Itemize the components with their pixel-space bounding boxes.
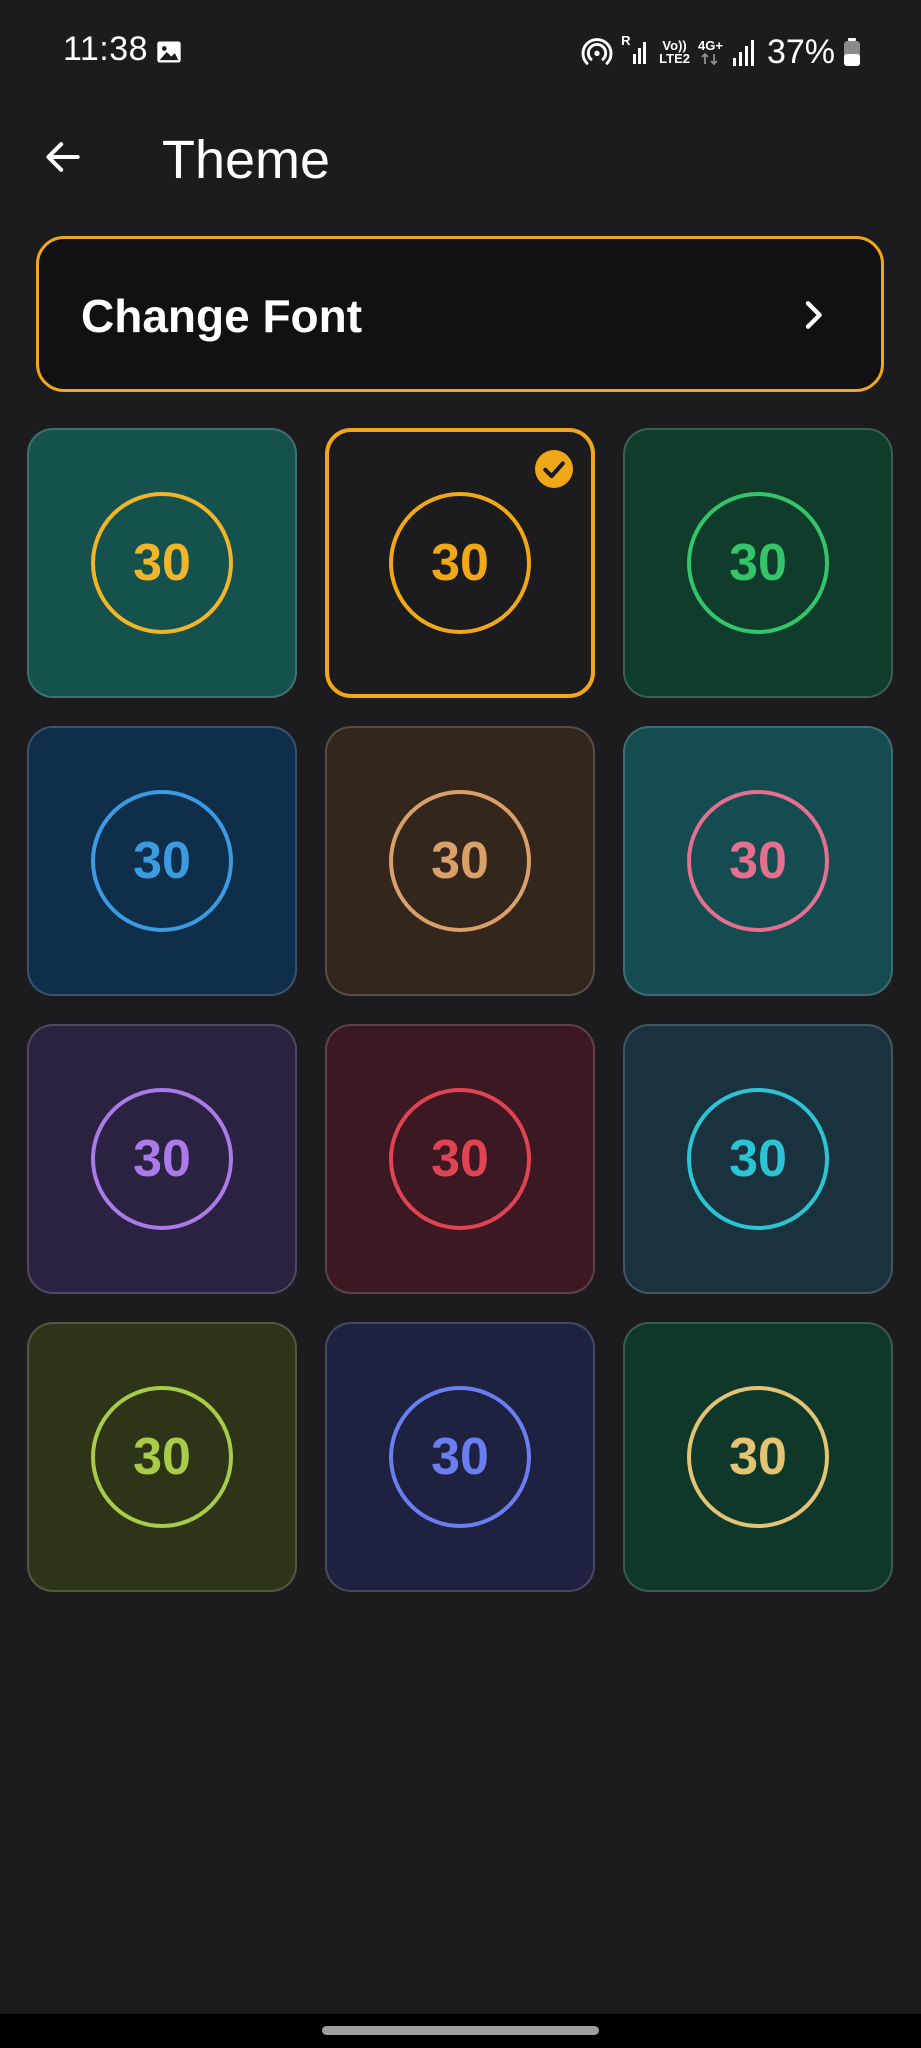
theme-tile[interactable]: 30 (623, 726, 893, 996)
theme-tile[interactable]: 30 (623, 1322, 893, 1592)
theme-preview-number: 30 (431, 832, 489, 890)
status-icons: R Vo)) LTE2 4G+ 37% (581, 30, 861, 74)
check-circle-icon (535, 450, 573, 488)
theme-tile[interactable]: 30 (27, 1024, 297, 1294)
theme-preview-number: 30 (133, 1428, 191, 1486)
theme-tile[interactable]: 30 (27, 1322, 297, 1592)
theme-preview-ring: 30 (91, 492, 233, 634)
chevron-right-icon (805, 301, 822, 329)
theme-preview-number: 30 (729, 534, 787, 592)
change-font-button[interactable]: Change Font (36, 236, 884, 392)
app-bar: Theme (0, 104, 921, 214)
theme-preview-number: 30 (133, 534, 191, 592)
theme-preview-number: 30 (133, 1130, 191, 1188)
navigation-bar (0, 2014, 921, 2048)
change-font-label: Change Font (81, 290, 363, 342)
battery-icon (844, 38, 860, 66)
theme-tile[interactable]: 30 (325, 1322, 595, 1592)
theme-preview-ring: 30 (389, 1386, 531, 1528)
theme-preview-number: 30 (431, 1428, 489, 1486)
battery-percentage: 37% (766, 32, 835, 71)
theme-preview-ring: 30 (687, 790, 829, 932)
theme-preview-ring: 30 (687, 492, 829, 634)
theme-preview-ring: 30 (91, 790, 233, 932)
signal-icon (732, 40, 754, 66)
theme-preview-ring: 30 (687, 1386, 829, 1528)
theme-preview-ring: 30 (91, 1386, 233, 1528)
theme-preview-number: 30 (431, 534, 489, 592)
theme-preview-number: 30 (729, 1130, 787, 1188)
data-4g-icon: 4G+ (698, 39, 723, 66)
theme-preview-ring: 30 (687, 1088, 829, 1230)
theme-preview-number: 30 (133, 832, 191, 890)
theme-tile[interactable]: 30 (325, 428, 595, 698)
theme-preview-ring: 30 (389, 790, 531, 932)
network-label: 4G+ (698, 37, 723, 53)
theme-preview-ring: 30 (91, 1088, 233, 1230)
status-bar: 11:38 R Vo)) LTE2 4G+ 37% (0, 0, 921, 104)
theme-tile[interactable]: 30 (325, 1024, 595, 1294)
theme-preview-number: 30 (431, 1130, 489, 1188)
back-button[interactable] (30, 124, 96, 190)
theme-tile[interactable]: 30 (27, 428, 297, 698)
hotspot-icon (581, 38, 613, 65)
theme-preview-ring: 30 (389, 1088, 531, 1230)
theme-preview-number: 30 (729, 832, 787, 890)
home-handle[interactable] (322, 2026, 599, 2035)
volte-bottom-label: LTE2 (659, 51, 690, 66)
gallery-icon (157, 41, 181, 63)
signal-r-icon: R (621, 34, 651, 70)
theme-tile[interactable]: 30 (325, 726, 595, 996)
theme-tile[interactable]: 30 (27, 726, 297, 996)
status-time: 11:38 (63, 30, 149, 68)
theme-tile[interactable]: 30 (623, 1024, 893, 1294)
arrow-left-icon (46, 142, 80, 172)
volte-icon: Vo)) LTE2 (659, 39, 690, 65)
theme-preview-ring: 30 (389, 492, 531, 634)
theme-tile[interactable]: 30 (623, 428, 893, 698)
page-title: Theme (162, 130, 331, 190)
theme-preview-number: 30 (729, 1428, 787, 1486)
